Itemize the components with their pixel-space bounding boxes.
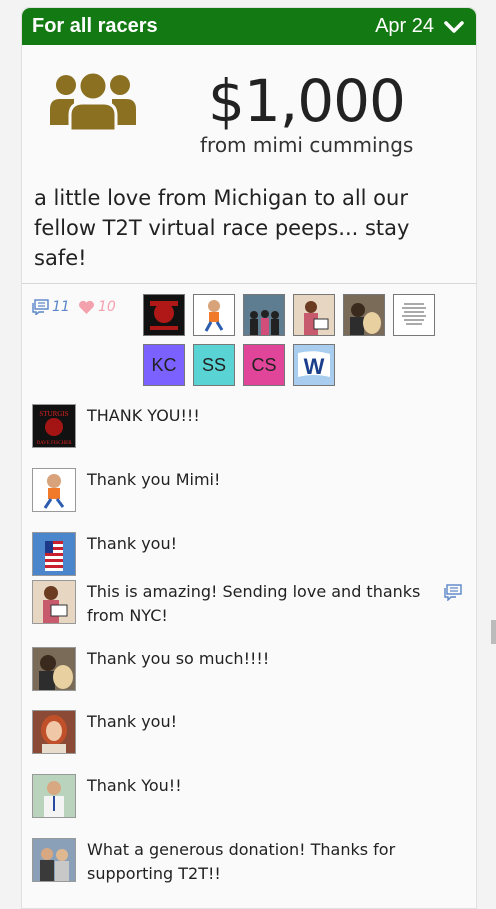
liker-initials: KC [151, 354, 177, 375]
header-date: Apr 24 [375, 15, 434, 37]
comment-text: THANK YOU!!! [87, 406, 200, 425]
liker-avatar[interactable] [293, 294, 335, 336]
liker-avatar-initials[interactable]: KC [143, 344, 185, 386]
runner-cartoon-icon [43, 474, 65, 509]
svg-text:DAVE FISCHER: DAVE FISCHER [36, 441, 72, 446]
person-dog-photo-icon [344, 295, 384, 335]
donation-amount: $1,000 [208, 67, 406, 135]
flag-photo-icon [33, 533, 75, 575]
person-dog-photo-icon [33, 648, 75, 690]
donor-name[interactable]: from mimi cummings [200, 133, 413, 157]
person-sign-photo-icon [294, 295, 334, 335]
commenter-avatar[interactable] [32, 647, 76, 691]
comment-item: What a generous donation! Thanks for sup… [32, 838, 462, 886]
woman-photo-icon [33, 711, 75, 753]
commenter-avatar[interactable] [32, 468, 76, 512]
man-photo-icon [33, 775, 75, 817]
svg-text:STURGIS: STURGIS [39, 410, 68, 418]
liker-avatars: KC SS CS W [143, 294, 453, 386]
liker-avatar[interactable] [393, 294, 435, 336]
comment-text: Thank you! [87, 712, 178, 731]
comment-item: Thank you! [32, 710, 462, 754]
liker-avatar[interactable] [243, 294, 285, 336]
comment-count-value: 11 [52, 299, 70, 315]
commenter-avatar[interactable] [32, 774, 76, 818]
liker-avatar[interactable] [193, 294, 235, 336]
comment-item: Thank you! [32, 532, 462, 576]
comment-text: Thank you! [87, 534, 178, 553]
reactions-row: 11 10 KC SS CS W [22, 284, 476, 404]
donation-message: a little love from Michigan to all our f… [34, 186, 410, 270]
w-flag-icon: W [294, 345, 334, 385]
comment-icon [32, 299, 49, 315]
group-photo-icon [244, 295, 284, 335]
card-header[interactable]: For all racers Apr 24 [22, 8, 476, 45]
comment-text: Thank you Mimi! [87, 470, 221, 489]
comment-reply-icon[interactable] [444, 584, 462, 601]
liker-initials: CS [251, 354, 277, 375]
person-sign-photo-icon [33, 581, 75, 623]
comment-item: This is amazing! Sending love and thanks… [32, 580, 462, 628]
group-icon [50, 70, 136, 133]
comment-text: Thank You!! [87, 776, 182, 795]
donation-card: For all racers Apr 24 $1,000 from mimi c… [21, 7, 477, 909]
liker-avatar[interactable]: W [293, 344, 335, 386]
sturgis-logo-icon: STURGIS DAVE FISCHER [33, 405, 75, 447]
commenter-avatar[interactable]: STURGIS DAVE FISCHER [32, 404, 76, 448]
scrollbar-thumb[interactable] [491, 620, 496, 644]
commenter-avatar[interactable] [32, 710, 76, 754]
text-note-icon [394, 295, 434, 335]
heart-icon [79, 300, 94, 314]
comment-item: STURGIS DAVE FISCHER THANK YOU!!! [32, 404, 462, 448]
comment-item: Thank you so much!!!! [32, 647, 462, 691]
donation-hero: $1,000 from mimi cummings [22, 45, 476, 163]
header-date-group[interactable]: Apr 24 [375, 15, 464, 38]
liker-avatar-initials[interactable]: CS [243, 344, 285, 386]
comment-item: Thank You!! [32, 774, 462, 818]
chevron-down-icon[interactable] [444, 20, 464, 34]
header-title: For all racers [32, 15, 158, 37]
sturgis-logo-icon [144, 295, 184, 335]
couple-photo-icon [33, 839, 75, 881]
comment-text: Thank you so much!!!! [87, 649, 270, 668]
liker-avatar[interactable] [143, 294, 185, 336]
runner-cartoon-icon [204, 300, 224, 332]
like-count-value: 10 [98, 299, 116, 315]
comment-count[interactable]: 11 [32, 299, 70, 315]
svg-text:W: W [304, 354, 325, 379]
liker-avatar-initials[interactable]: SS [193, 344, 235, 386]
comment-text: This is amazing! Sending love and thanks… [87, 582, 421, 625]
commenter-avatar[interactable] [32, 580, 76, 624]
like-count[interactable]: 10 [78, 299, 116, 315]
commenter-avatar[interactable] [32, 532, 76, 576]
commenter-avatar[interactable] [32, 838, 76, 882]
liker-initials: SS [201, 354, 226, 375]
comment-item: Thank you Mimi! [32, 468, 462, 512]
comment-text: What a generous donation! Thanks for sup… [87, 840, 396, 883]
liker-avatar[interactable] [343, 294, 385, 336]
